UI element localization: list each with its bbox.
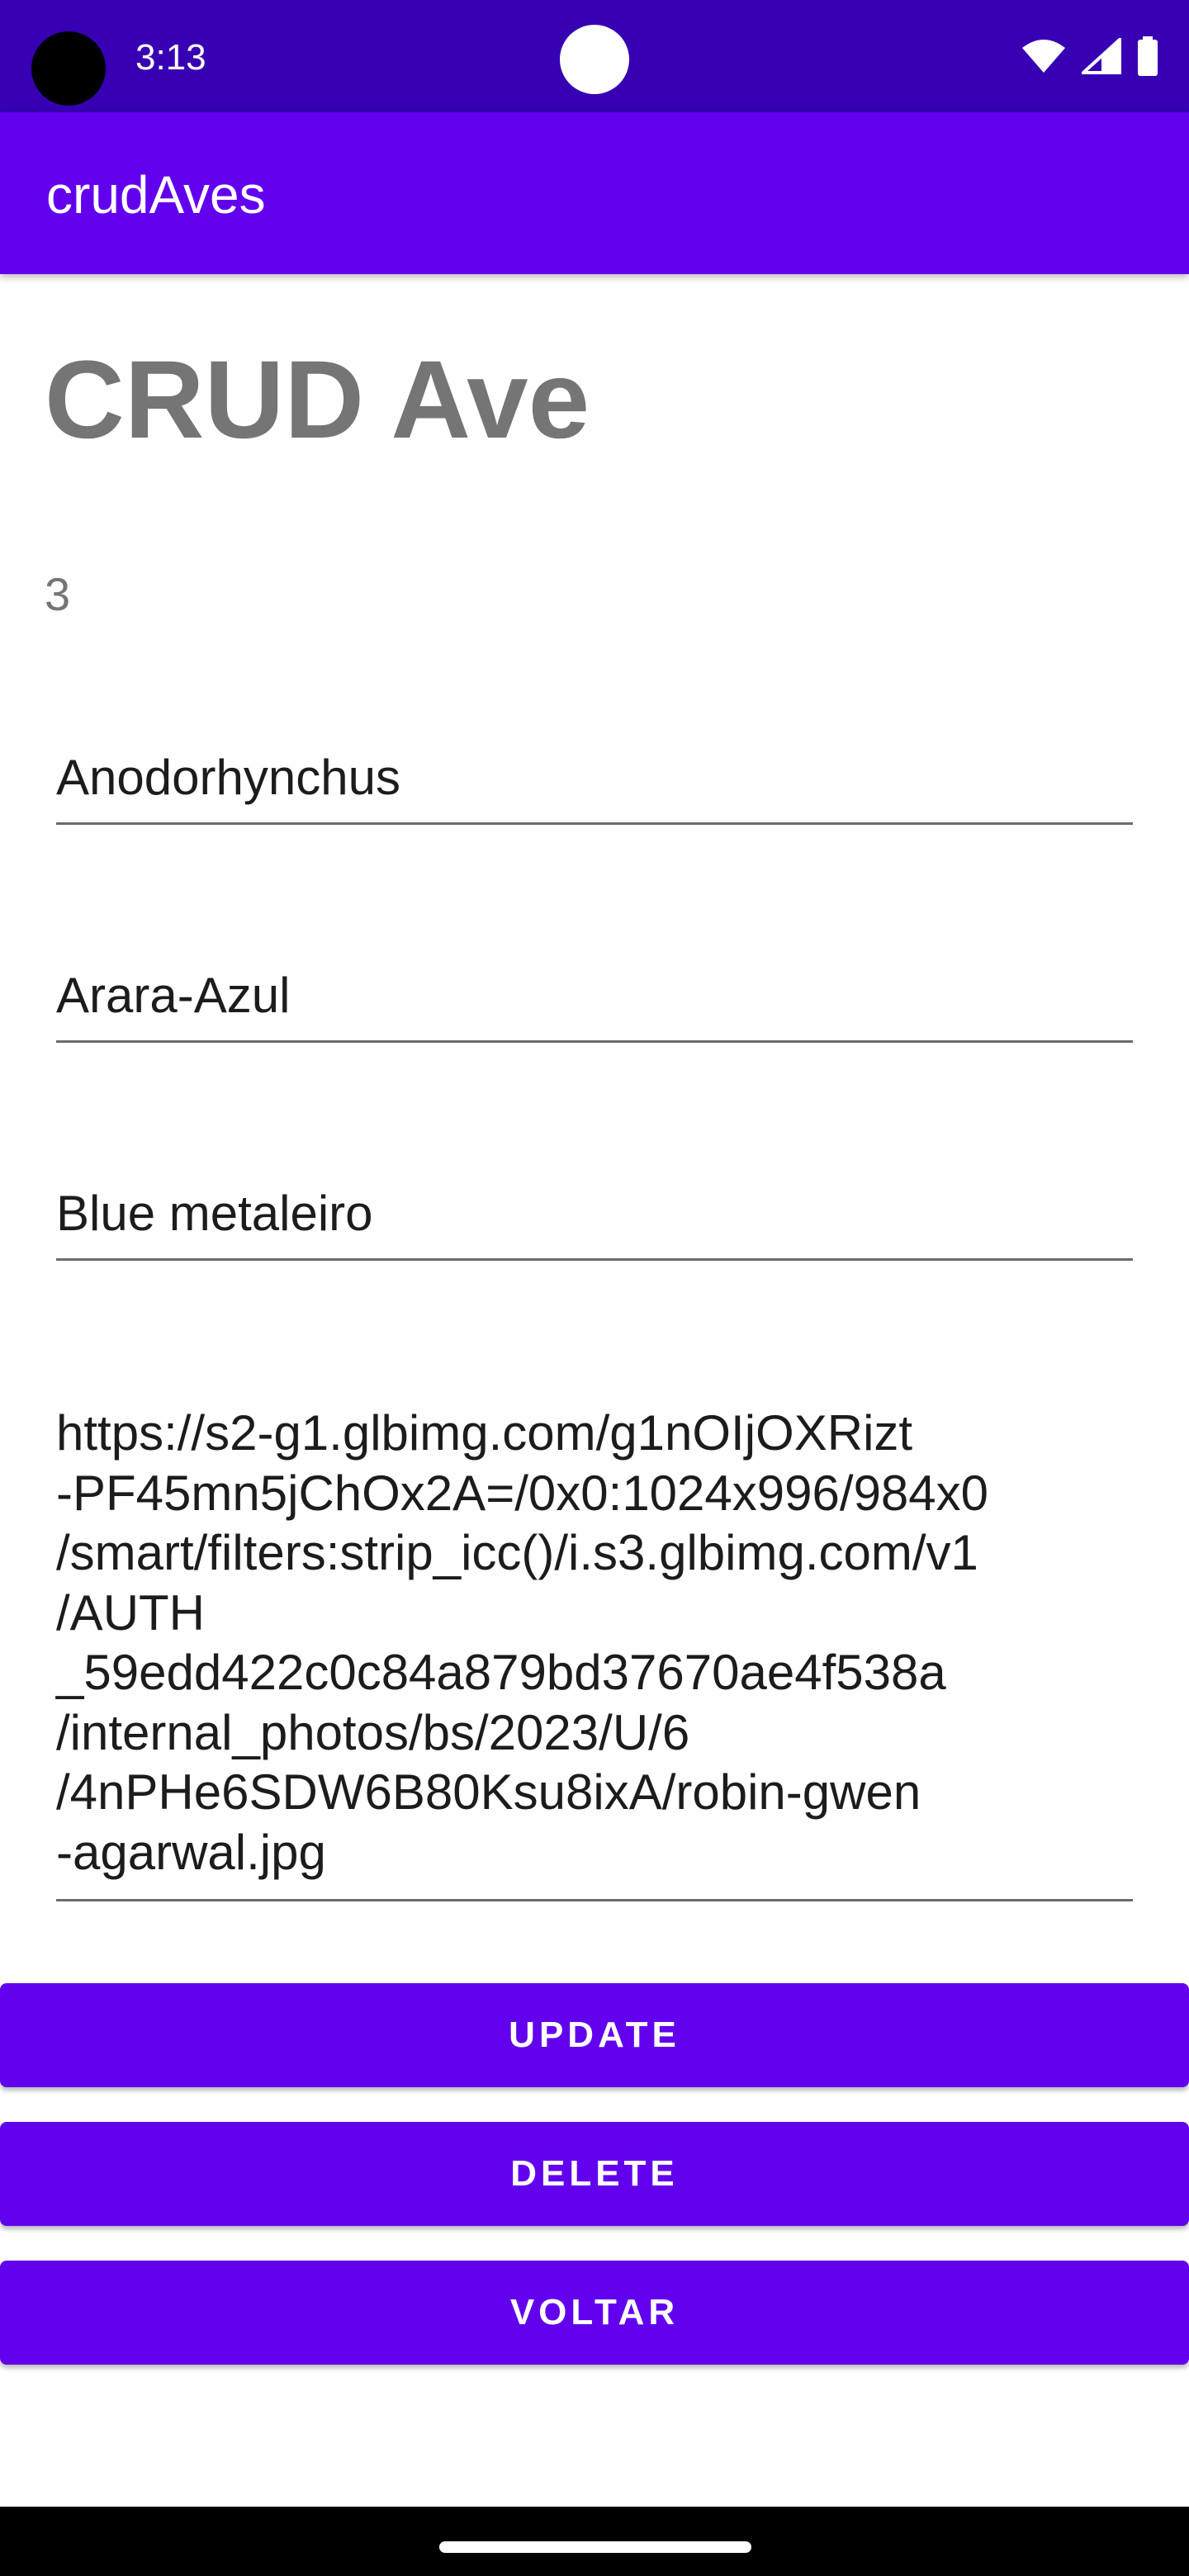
status-bar: 3:13 <box>0 0 1189 112</box>
navigation-bar <box>0 2507 1189 2576</box>
wifi-icon <box>1021 38 1067 74</box>
nickname-field[interactable]: Blue metaleiro <box>56 1184 1133 1261</box>
app-title: crudAves <box>46 165 266 225</box>
battery-icon <box>1136 36 1159 76</box>
common-name-field[interactable]: Arara-Azul <box>56 966 1133 1043</box>
image-url-value: https://s2-g1.glbimg.com/g1nOIjOXRizt -P… <box>56 1405 989 1880</box>
notification-dot-icon <box>560 25 629 94</box>
page-title: CRUD Ave <box>45 339 590 462</box>
status-icons <box>1021 33 1159 79</box>
back-button[interactable]: VOLTAR <box>0 2261 1189 2365</box>
status-time: 3:13 <box>135 37 206 78</box>
nickname-value: Blue metaleiro <box>56 1186 373 1241</box>
genus-field[interactable]: Anodorhynchus <box>56 748 1133 825</box>
common-name-value: Arara-Azul <box>56 968 291 1023</box>
app-screen: 3:13 crudAves CRUD Ave 3 Anodorhynchus A… <box>0 0 1189 2576</box>
record-id-label: 3 <box>45 568 71 620</box>
signal-icon <box>1082 38 1121 74</box>
update-button[interactable]: UPDATE <box>0 1983 1189 2087</box>
genus-value: Anodorhynchus <box>56 750 400 805</box>
app-bar: crudAves <box>0 112 1189 274</box>
camera-cutout <box>31 31 106 106</box>
image-url-field[interactable]: https://s2-g1.glbimg.com/g1nOIjOXRizt -P… <box>56 1404 1133 1901</box>
delete-button[interactable]: DELETE <box>0 2122 1189 2226</box>
home-gesture-handle[interactable] <box>439 2541 751 2553</box>
